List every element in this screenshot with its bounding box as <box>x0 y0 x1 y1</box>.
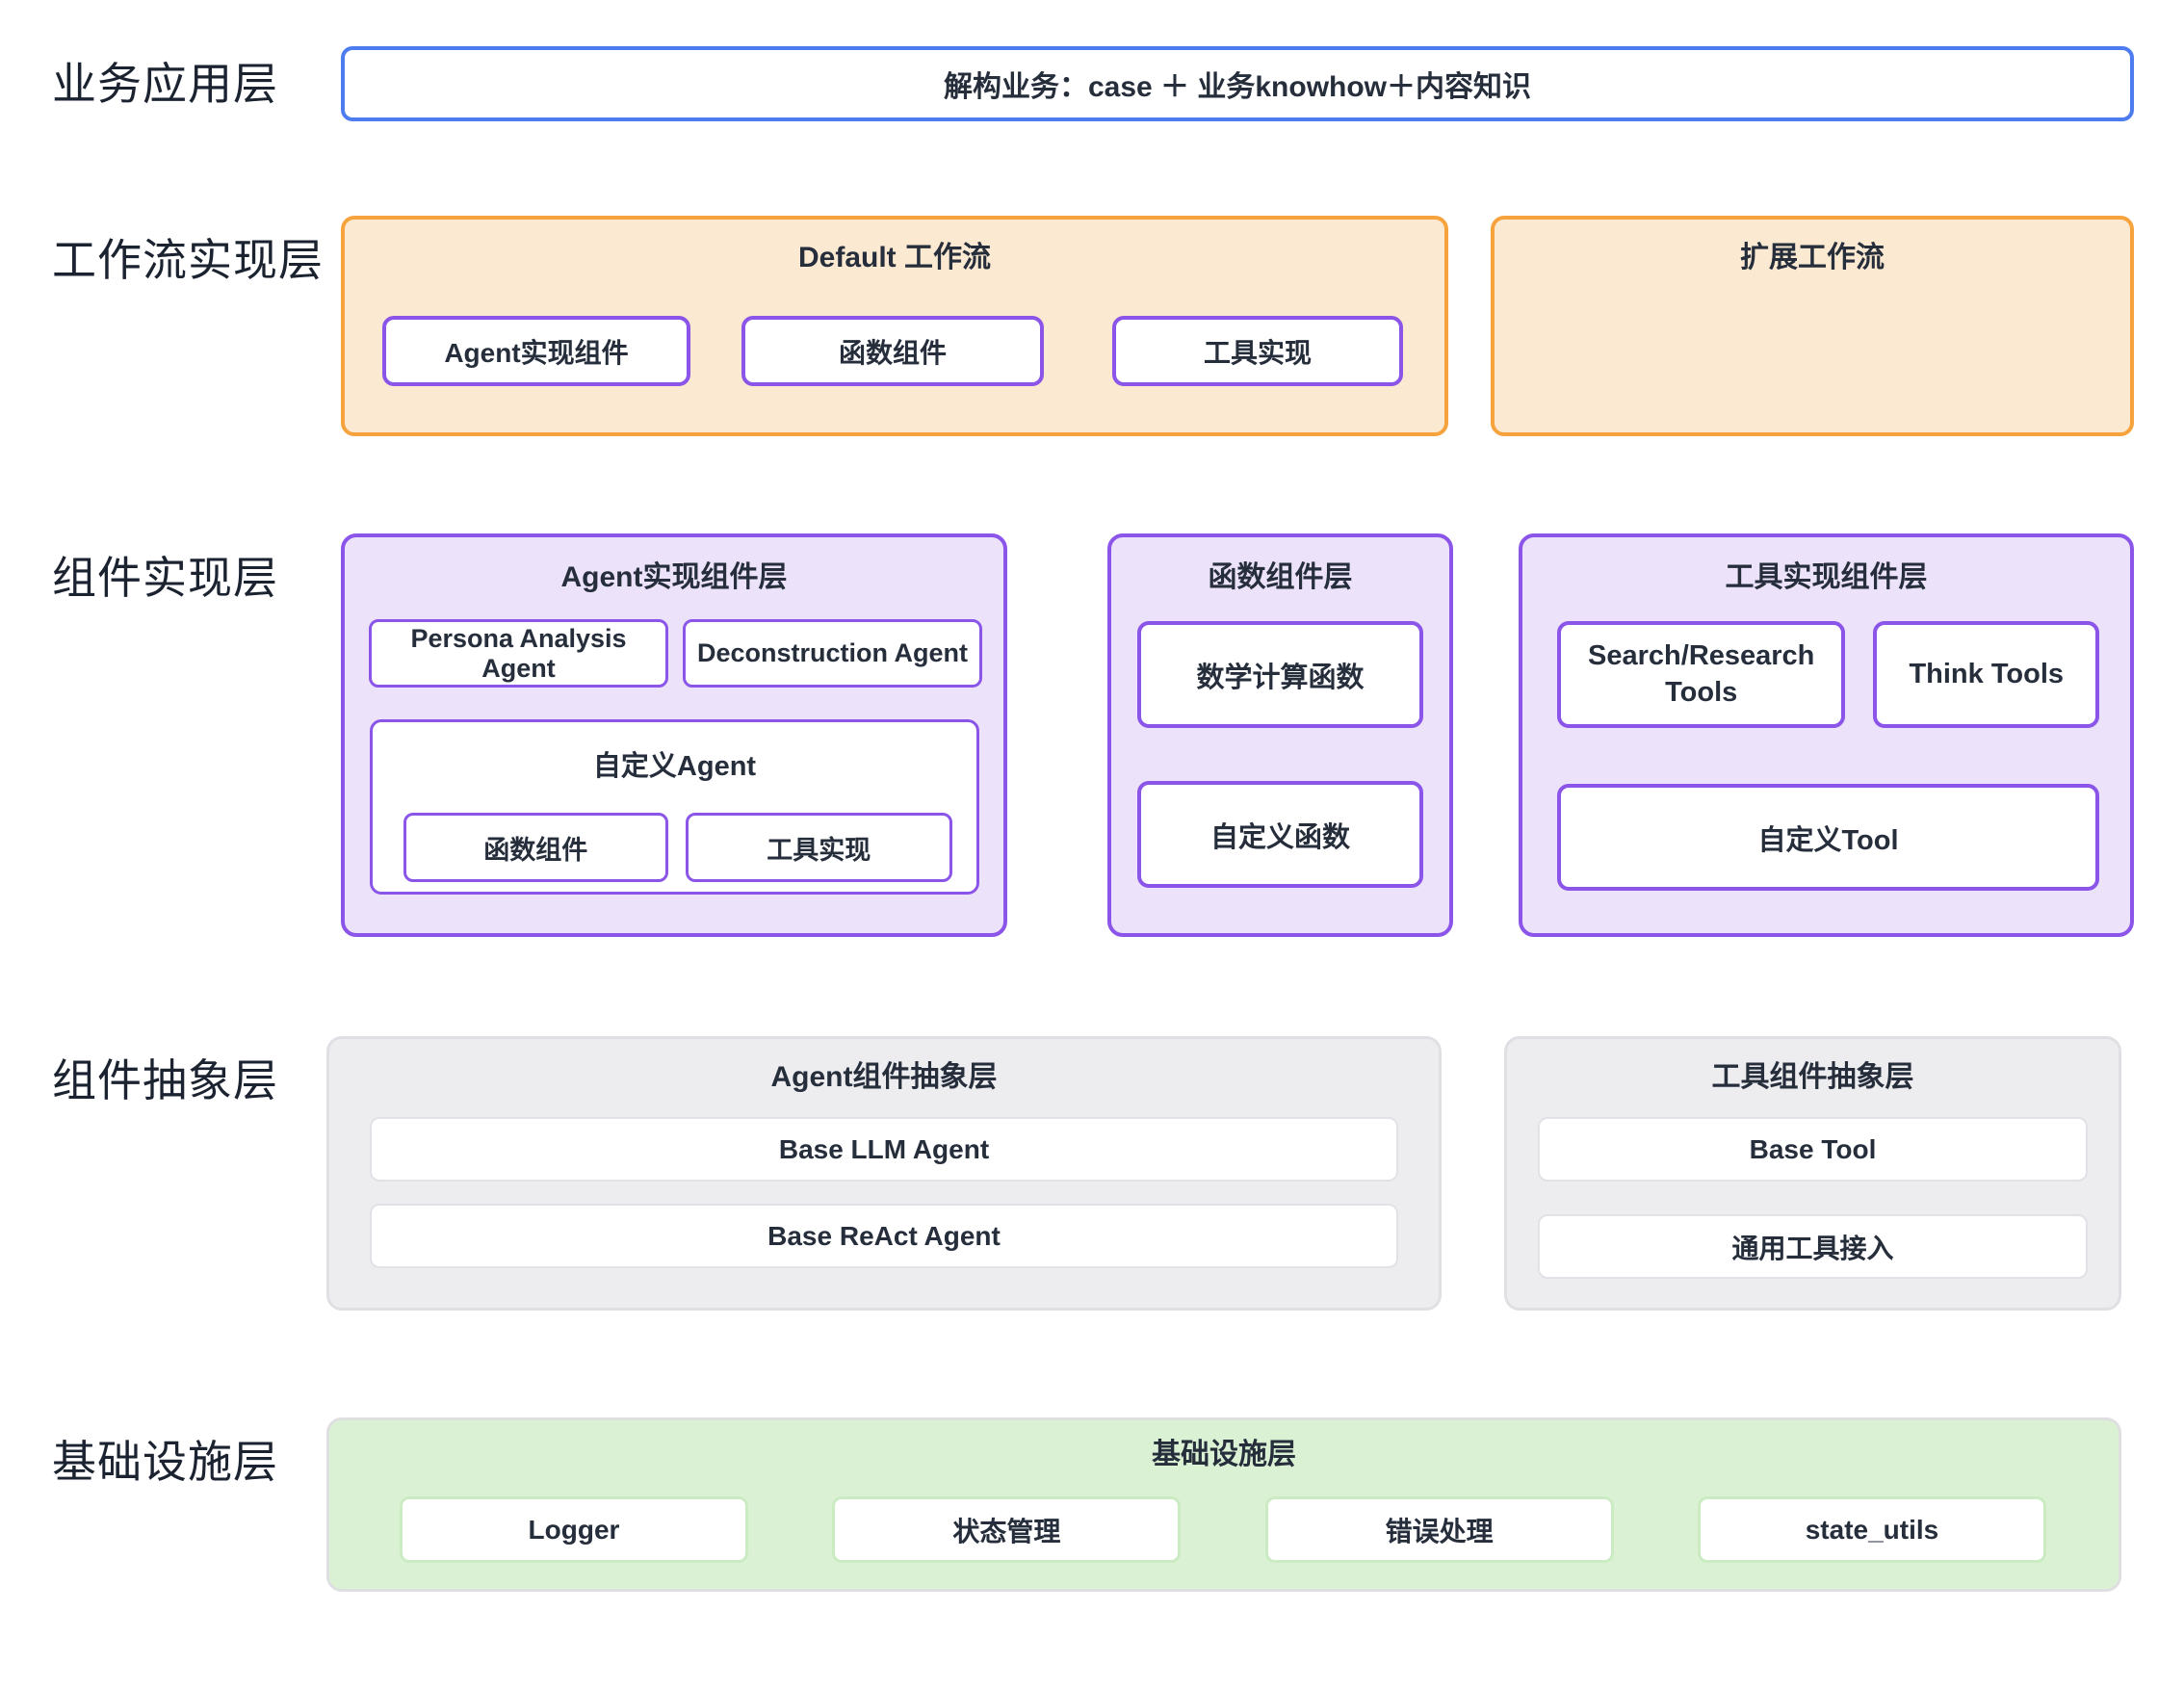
tool-component-group-title: 工具实现组件层 <box>1522 560 2130 595</box>
custom-agent-group: 自定义Agent 函数组件 工具实现 <box>370 719 979 895</box>
agent-chips-row: Persona Analysis Agent Deconstruction Ag… <box>369 619 982 688</box>
business-layer-row: 业务应用层 解构业务：case ＋ 业务knowhow＋内容知识 <box>0 46 2184 121</box>
generic-tool-access-node: 通用工具接入 <box>1538 1214 2088 1279</box>
custom-agent-items: 函数组件 工具实现 <box>403 813 952 882</box>
search-research-tools-node: Search/Research Tools <box>1557 621 1845 728</box>
state-utils-node: state_utils <box>1698 1496 2046 1563</box>
layer-label-business: 业务应用层 <box>0 59 341 110</box>
infrastructure-group: 基础设施层 Logger 状态管理 错误处理 state_utils <box>326 1417 2121 1592</box>
custom-tool-node: 自定义Tool <box>1557 784 2099 891</box>
workflow-layer-row: 工作流实现层 Default 工作流 Agent实现组件 函数组件 工具实现 扩… <box>0 216 2184 436</box>
tool-abstraction-title: 工具组件抽象层 <box>1507 1060 2119 1095</box>
state-management-node: 状态管理 <box>832 1496 1181 1563</box>
workflow-node-agent-component: Agent实现组件 <box>382 316 690 386</box>
infrastructure-group-title: 基础设施层 <box>329 1438 2119 1472</box>
default-workflow-title: Default 工作流 <box>345 241 1444 275</box>
custom-function-node: 自定义函数 <box>1137 781 1423 888</box>
tool-component-group: 工具实现组件层 Search/Research Tools Think Tool… <box>1519 533 2134 937</box>
math-function-node: 数学计算函数 <box>1137 621 1423 728</box>
infrastructure-layer-row: 基础设施层 基础设施层 Logger 状态管理 错误处理 state_utils <box>0 1417 2184 1592</box>
custom-agent-tool-node: 工具实现 <box>686 813 952 882</box>
logger-node: Logger <box>400 1496 748 1563</box>
base-react-agent-node: Base ReAct Agent <box>370 1204 1398 1268</box>
business-decomposition-node: 解构业务：case ＋ 业务knowhow＋内容知识 <box>341 46 2134 121</box>
layer-label-abstraction: 组件抽象层 <box>0 1036 341 1106</box>
agent-abstraction-title: Agent组件抽象层 <box>329 1060 1439 1095</box>
agent-component-group: Agent实现组件层 Persona Analysis Agent Decons… <box>341 533 1007 937</box>
agent-component-group-title: Agent实现组件层 <box>345 560 1003 595</box>
component-layer-row: 组件实现层 Agent实现组件层 Persona Analysis Agent … <box>0 533 2184 937</box>
abstraction-layer-row: 组件抽象层 Agent组件抽象层 Base LLM Agent Base ReA… <box>0 1036 2184 1311</box>
function-component-group: 函数组件层 数学计算函数 自定义函数 <box>1107 533 1453 937</box>
extension-workflow-title: 扩展工作流 <box>1495 241 2130 275</box>
workflow-node-function-component: 函数组件 <box>741 316 1044 386</box>
think-tools-node: Think Tools <box>1873 621 2099 728</box>
default-workflow-items: Agent实现组件 函数组件 工具实现 <box>345 316 1444 386</box>
base-llm-agent-node: Base LLM Agent <box>370 1117 1398 1182</box>
custom-agent-title: 自定义Agent <box>373 743 976 784</box>
default-workflow-group: Default 工作流 Agent实现组件 函数组件 工具实现 <box>341 216 1448 436</box>
persona-analysis-agent-node: Persona Analysis Agent <box>369 619 668 688</box>
workflow-node-tool-implementation: 工具实现 <box>1112 316 1403 386</box>
tool-chips-row: Search/Research Tools Think Tools <box>1557 621 2099 728</box>
tool-abstraction-group: 工具组件抽象层 Base Tool 通用工具接入 <box>1504 1036 2121 1311</box>
layer-label-components: 组件实现层 <box>0 533 341 604</box>
layer-label-workflow: 工作流实现层 <box>0 216 341 286</box>
deconstruction-agent-node: Deconstruction Agent <box>683 619 982 688</box>
layer-label-infrastructure: 基础设施层 <box>0 1417 341 1488</box>
base-tool-node: Base Tool <box>1538 1117 2088 1182</box>
error-handling-node: 错误处理 <box>1265 1496 1614 1563</box>
function-component-group-title: 函数组件层 <box>1111 560 1449 595</box>
extension-workflow-group: 扩展工作流 <box>1491 216 2134 436</box>
infrastructure-items: Logger 状态管理 错误处理 state_utils <box>400 1496 2046 1563</box>
agent-abstraction-group: Agent组件抽象层 Base LLM Agent Base ReAct Age… <box>326 1036 1442 1311</box>
custom-agent-function-node: 函数组件 <box>403 813 668 882</box>
